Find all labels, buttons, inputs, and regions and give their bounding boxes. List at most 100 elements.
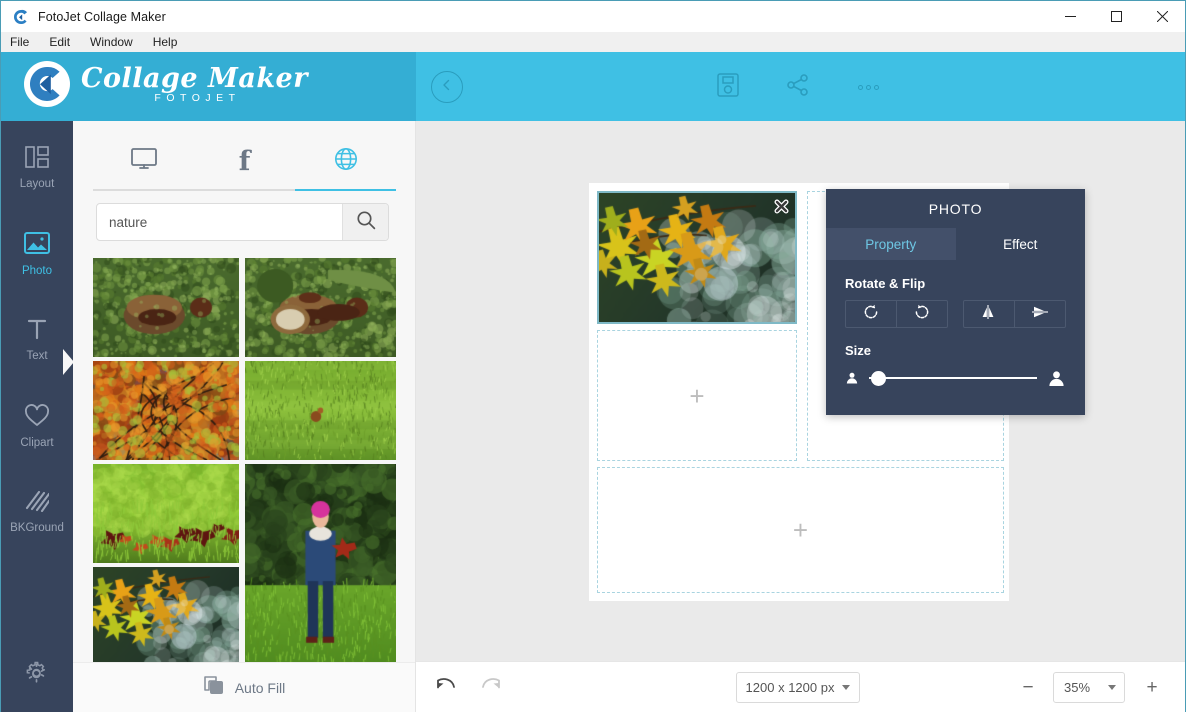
rotate-clockwise-icon [914,304,930,325]
empty-cell-left-middle[interactable]: + [597,330,797,461]
rotate-left-button[interactable] [846,301,896,327]
back-button[interactable] [431,71,463,103]
empty-cell-bottom[interactable]: + [597,467,1004,593]
tab-property[interactable]: Property [826,228,956,260]
monitor-icon [130,147,157,176]
thumbnail-item[interactable] [245,361,396,460]
menu-bar: File Edit Window Help [1,32,1185,53]
undo-arrow-icon [435,676,457,701]
brand-header: Collage Maker FOTOJET [1,52,416,121]
thumbnail-item[interactable] [93,567,239,666]
window-title: FotoJet Collage Maker [38,9,166,24]
save-button[interactable] [711,71,745,103]
share-nodes-icon [786,73,810,102]
flip-horizontal-icon [980,304,998,325]
person-small-icon [845,371,859,385]
bottom-bar: 1200 x 1200 px − 35% + [416,661,1185,712]
zoom-select[interactable]: 35% [1053,672,1125,703]
photo-image-icon [24,231,50,260]
window-controls [1047,1,1185,32]
chevron-down-icon [1108,685,1117,690]
flip-horizontal-button[interactable] [964,301,1014,327]
zoom-out-button[interactable]: − [1018,676,1038,698]
thumbnail-item[interactable] [245,258,396,357]
flip-vertical-icon [1031,304,1049,325]
flip-group [963,300,1066,328]
canvas-size-select[interactable]: 1200 x 1200 px [736,672,860,703]
sidebar-item-label: Text [26,350,48,362]
photo-panel: f nature Auto Fill [73,121,416,712]
thumbnail-item[interactable] [93,361,239,460]
menu-window[interactable]: Window [80,33,143,52]
diagonal-stripes-icon [25,490,51,517]
sidebar-item-label: Layout [19,178,55,190]
facebook-f-icon: f [238,145,251,177]
search-box [96,203,389,241]
fotojet-logo-icon [13,9,29,25]
popup-title: PHOTO [928,200,983,217]
maximize-icon[interactable] [1093,1,1139,32]
search-input[interactable] [97,204,342,240]
slider-knob[interactable] [870,370,886,386]
menu-file[interactable]: File [1,33,39,52]
heart-icon [24,403,50,432]
rotate-group [845,300,948,328]
close-icon[interactable] [1139,1,1185,32]
zoom-in-label: + [1146,676,1158,698]
size-slider[interactable] [845,367,1066,389]
more-button[interactable] [851,71,885,103]
canvas-size-value: 1200 x 1200 px [745,680,835,695]
canvas-toolbar [416,52,1185,121]
globe-icon [334,147,358,176]
search-button[interactable] [342,204,388,240]
menu-edit[interactable]: Edit [39,33,80,52]
brand-title: Collage Maker [81,63,308,94]
zoom-in-button[interactable]: + [1142,676,1162,698]
thumbnail-item[interactable] [93,258,239,357]
tab-computer[interactable] [93,133,194,191]
redo-arrow-icon [480,676,502,701]
rotate-flip-buttons [845,300,1066,328]
close-x-icon[interactable] [773,198,790,215]
redo-button[interactable] [478,676,504,700]
brand-wordmark: Collage Maker FOTOJET [81,63,308,105]
thumbnail-item[interactable] [93,464,239,563]
thumbnail-grid [93,258,396,666]
rotate-flip-label: Rotate & Flip [845,276,926,291]
sidebar-item-photo[interactable]: Photo [1,223,73,285]
layout-grid-icon [25,146,49,173]
flip-vertical-button[interactable] [1014,301,1065,327]
sidebar-item-label: BKGround [10,522,64,534]
collage-maker-logo-icon [23,60,71,113]
sidebar-item-layout[interactable]: Layout [1,137,73,199]
rotate-right-button[interactable] [896,301,947,327]
photo-cell-filled[interactable] [597,191,797,324]
tab-effect[interactable]: Effect [955,228,1085,260]
tab-web[interactable] [295,133,396,191]
undo-button[interactable] [433,676,459,700]
popup-tabs: Property Effect [826,228,1085,260]
share-button[interactable] [781,71,815,103]
canvas-area[interactable]: + + + PHOTO [416,121,1185,661]
tab-facebook[interactable]: f [194,133,295,191]
chevron-down-icon [842,685,851,690]
text-t-icon [25,318,49,345]
sidebar-item-label: Photo [21,265,53,277]
thumbnail-item[interactable] [245,464,396,666]
add-photo-placeholder: + [792,515,809,545]
size-label: Size [845,343,872,358]
menu-help[interactable]: Help [143,33,188,52]
more-dots-icon [857,84,879,90]
app-window: FotoJet Collage Maker File Edit Window H… [0,0,1186,712]
sidebar-item-bkground[interactable]: BKGround [1,481,73,543]
panel-tabs: f [93,133,396,191]
minimize-icon[interactable] [1047,1,1093,32]
zoom-out-label: − [1022,676,1034,698]
search-row [96,203,389,241]
zoom-value: 35% [1064,680,1091,695]
title-bar: FotoJet Collage Maker [1,1,1185,32]
popup-body: Rotate & Flip Size [826,260,1085,389]
sidebar-item-clipart[interactable]: Clipart [1,395,73,457]
slider-track[interactable] [869,370,1037,386]
add-photo-placeholder: + [689,380,705,411]
